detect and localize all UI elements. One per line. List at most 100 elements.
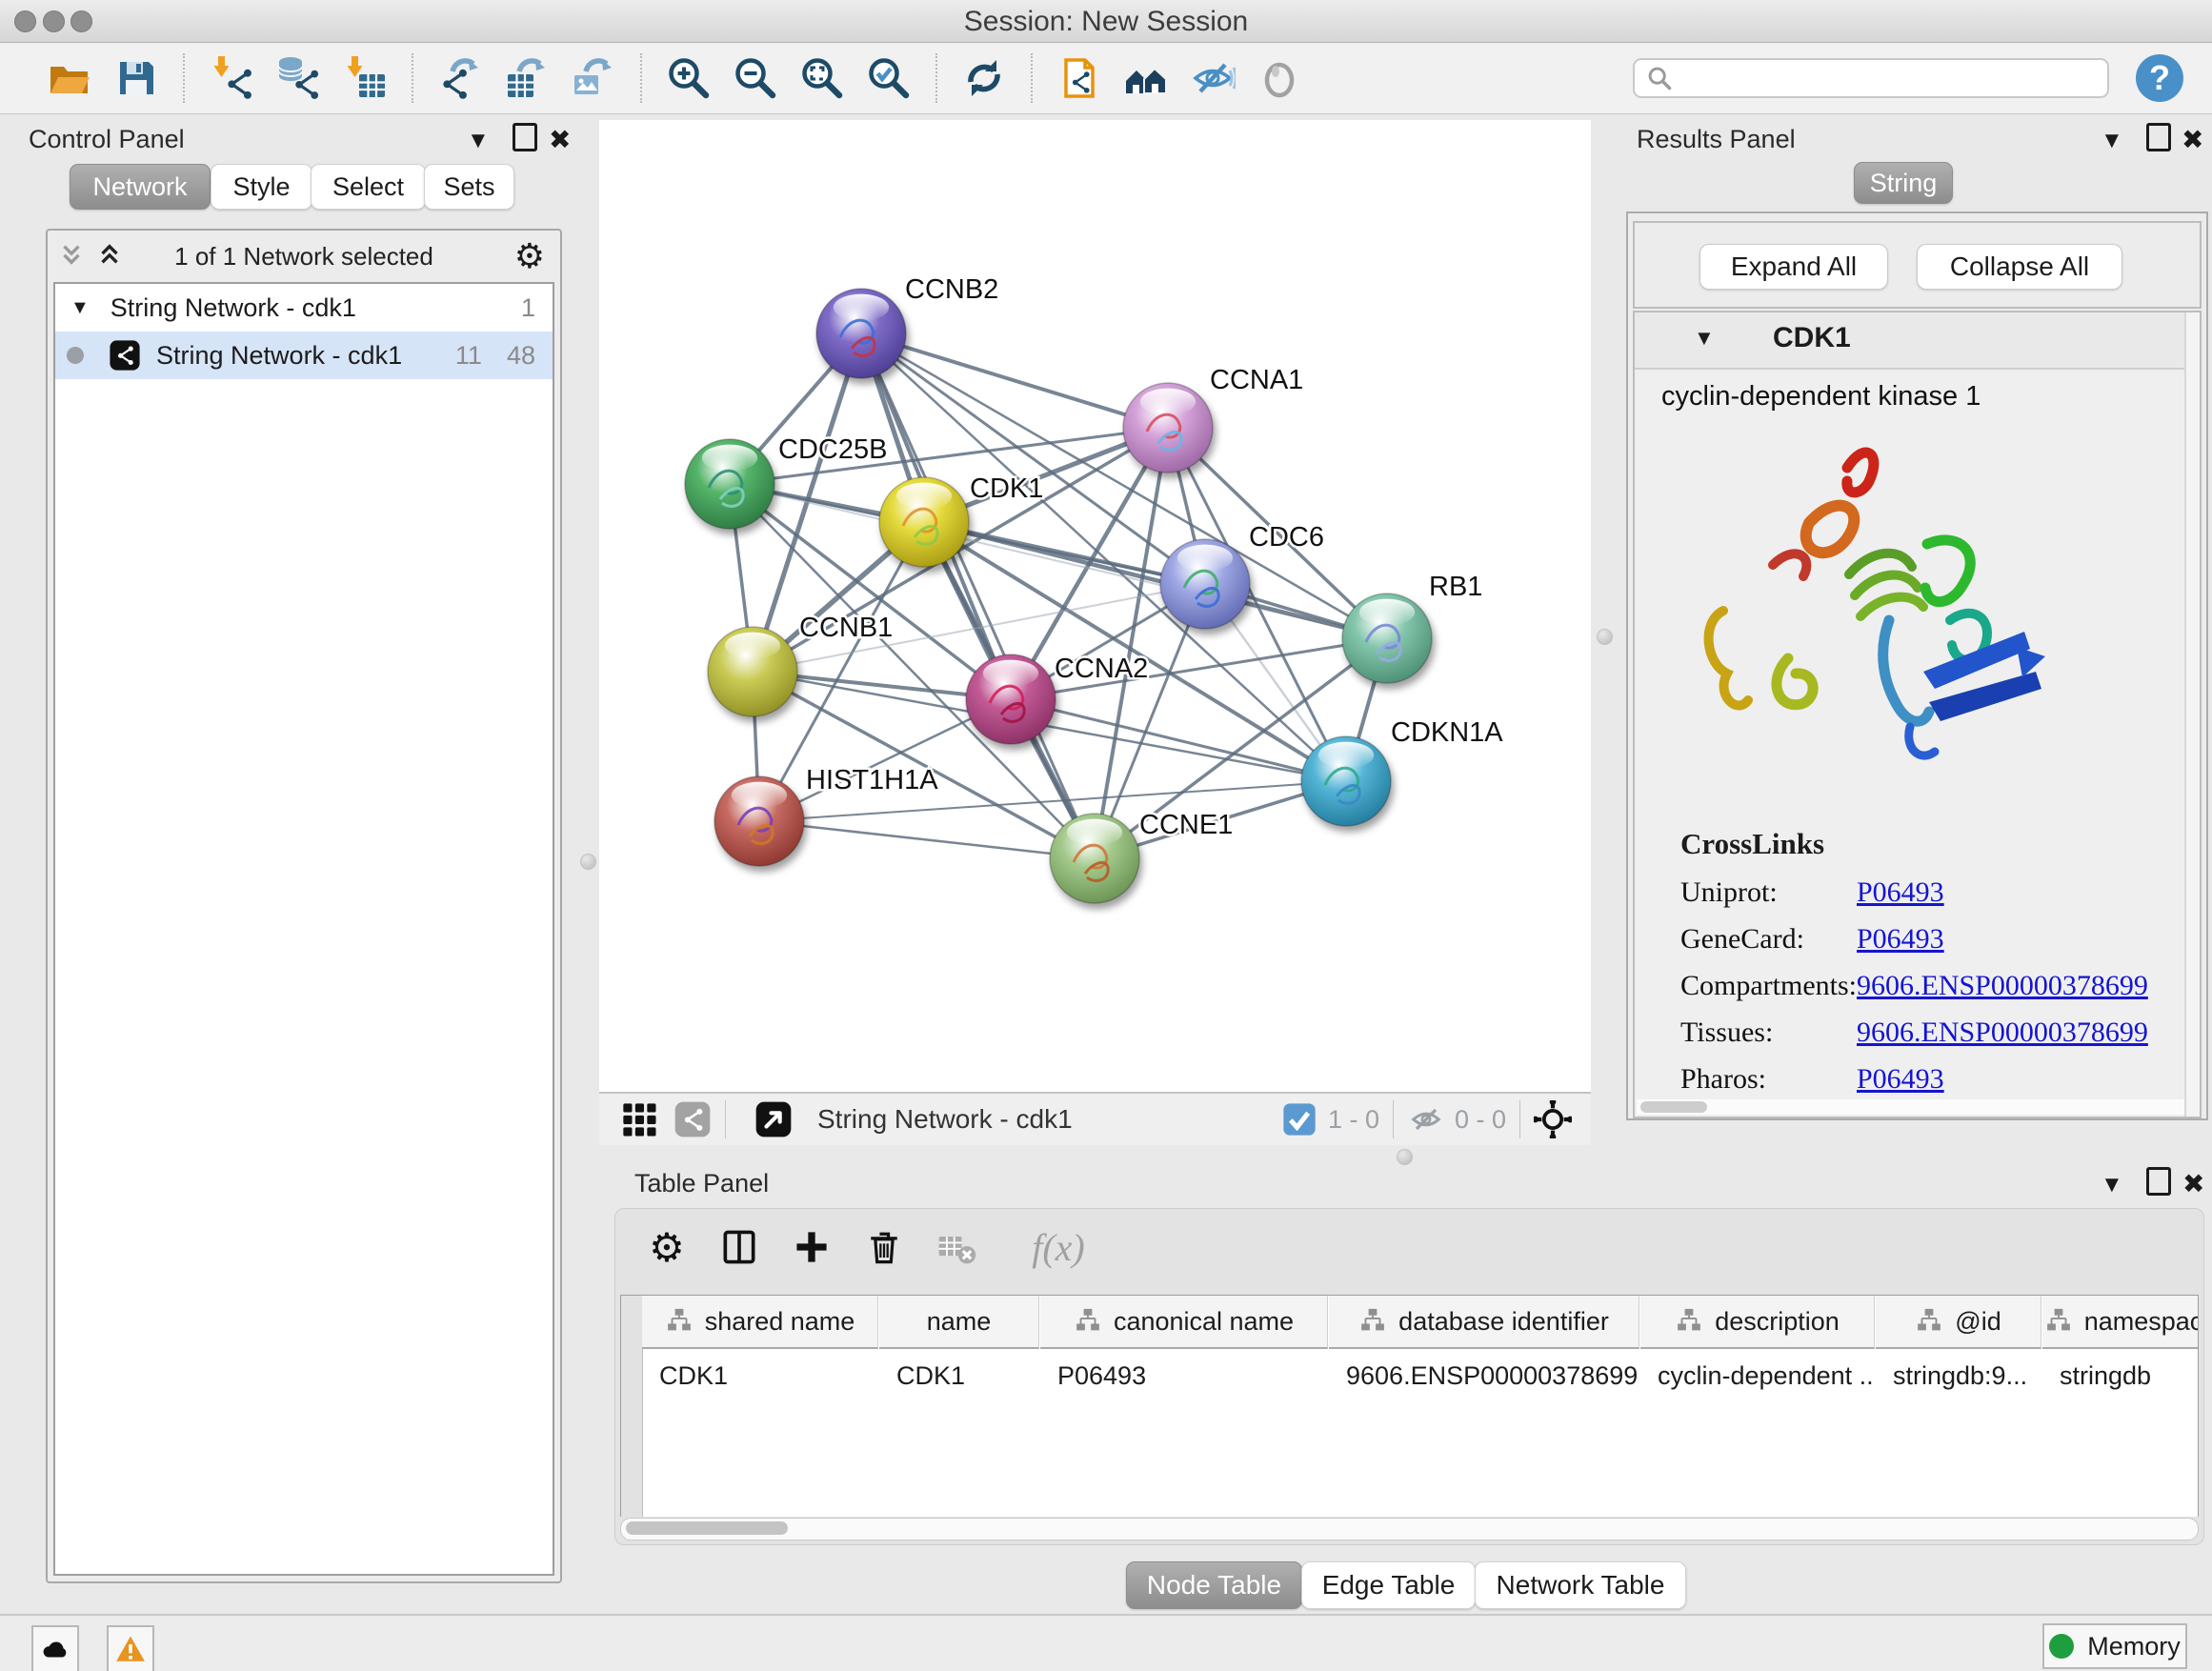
tab-edge-table[interactable]: Edge Table xyxy=(1301,1561,1476,1609)
tab-network[interactable]: Network xyxy=(70,164,211,210)
import-database-button[interactable] xyxy=(273,53,323,103)
close-panel-icon[interactable]: ✖ xyxy=(2182,124,2203,155)
save-session-button[interactable] xyxy=(111,53,161,103)
table-hscrollbar-thumb[interactable] xyxy=(626,1521,788,1535)
network-row-selected[interactable]: String Network - cdk1 11 48 xyxy=(55,332,553,379)
node-CDC25B[interactable] xyxy=(685,439,774,529)
show-columns-icon[interactable] xyxy=(714,1222,764,1272)
table-cell[interactable]: 9606.ENSP00000378699 xyxy=(1329,1351,1639,1400)
tab-style[interactable]: Style xyxy=(211,164,312,210)
zoom-selected-button[interactable] xyxy=(864,53,914,103)
float-panel-icon[interactable]: ▼ xyxy=(2101,128,2123,154)
help-button[interactable]: ? xyxy=(2136,54,2183,102)
export-table-button[interactable] xyxy=(502,53,552,103)
table-cell[interactable]: stringdb xyxy=(2042,1351,2199,1400)
node-HIST1H1A[interactable] xyxy=(714,776,804,866)
import-network-button[interactable] xyxy=(207,53,256,103)
maximize-panel-icon[interactable] xyxy=(513,123,537,158)
memory-button[interactable]: Memory xyxy=(2042,1623,2187,1669)
gene-section-header[interactable]: ▼ CDK1 xyxy=(1635,312,2200,370)
expand-collapse-box: Expand All Collapse All xyxy=(1633,221,2202,309)
export-network-button[interactable] xyxy=(435,53,485,103)
node-CDKN1A[interactable] xyxy=(1301,736,1391,826)
column-header-canonical-name[interactable]: canonical name xyxy=(1040,1296,1328,1349)
network-canvas[interactable]: CCNB2CCNA1CDC25BCDK1CDC6RB1CCNB1CCNA2CDK… xyxy=(599,120,1591,1094)
right-splitter-handle[interactable] xyxy=(1597,629,1613,645)
column-header-shared-name[interactable]: shared name xyxy=(642,1296,878,1349)
left-splitter-handle[interactable] xyxy=(580,854,596,870)
edge-HIST1H1A-CCNE1[interactable] xyxy=(759,821,1095,858)
expand-all-button[interactable]: Expand All xyxy=(1699,244,1888,290)
crosslink-link[interactable]: 9606.ENSP00000378699 xyxy=(1857,970,2148,1002)
collection-expander-icon[interactable]: ▼ xyxy=(70,297,90,319)
float-panel-icon[interactable]: ▼ xyxy=(467,128,490,154)
node-CCNA2[interactable] xyxy=(966,654,1056,744)
node-table[interactable]: shared nameCDK1nameCDK1canonical nameP06… xyxy=(620,1295,2199,1517)
close-panel-icon[interactable]: ✖ xyxy=(549,124,571,155)
gene-section-hscrollbar[interactable] xyxy=(1637,1099,2184,1115)
show-results-panel-button[interactable] xyxy=(1255,53,1304,103)
delete-column-trash-icon[interactable] xyxy=(859,1222,909,1272)
node-CCNE1[interactable] xyxy=(1050,814,1139,903)
maximize-panel-icon[interactable] xyxy=(2146,123,2171,158)
export-image-button[interactable] xyxy=(569,53,618,103)
column-header-database-identifier[interactable]: database identifier xyxy=(1329,1296,1639,1349)
column-header-namespace[interactable]: namespace xyxy=(2042,1296,2199,1349)
open-in-window-icon[interactable] xyxy=(754,1100,793,1138)
selected-items-checkbox-icon[interactable] xyxy=(1280,1100,1318,1138)
table-cell[interactable]: CDK1 xyxy=(642,1351,878,1400)
table-cell[interactable]: stringdb:9... xyxy=(1876,1351,2041,1400)
column-header-name[interactable]: name xyxy=(879,1296,1039,1349)
warnings-button[interactable] xyxy=(107,1625,154,1671)
table-hscrollbar[interactable] xyxy=(620,1518,2199,1540)
zoom-out-button[interactable] xyxy=(731,53,780,103)
network-manager: 1 of 1 Network selected ⚙ ▼ String Netwo… xyxy=(46,229,562,1583)
column-header--id[interactable]: @id xyxy=(1876,1296,2041,1349)
fit-network-crosshair-icon[interactable] xyxy=(1534,1100,1572,1138)
collapse-section-icon[interactable]: ▼ xyxy=(1694,326,1715,351)
network-collection-row[interactable]: ▼ String Network - cdk1 1 xyxy=(55,284,553,332)
tab-node-table[interactable]: Node Table xyxy=(1126,1561,1302,1609)
birdseye-grid-icon[interactable] xyxy=(620,1100,658,1138)
string-view-icon[interactable] xyxy=(674,1100,712,1138)
tab-network-table[interactable]: Network Table xyxy=(1475,1561,1686,1609)
edge-CCNB2-CCNA1[interactable] xyxy=(861,333,1168,428)
node-CCNB2[interactable] xyxy=(816,289,906,378)
table-cell[interactable]: P06493 xyxy=(1040,1351,1328,1400)
import-table-button[interactable] xyxy=(340,53,390,103)
network-options-gear-icon[interactable]: ⚙ xyxy=(514,236,545,276)
create-column-plus-icon[interactable] xyxy=(787,1222,836,1272)
crosslink-link[interactable]: P06493 xyxy=(1857,876,1944,909)
horizontal-splitter-handle[interactable] xyxy=(1397,1149,1413,1165)
clone-network-button[interactable] xyxy=(1055,53,1104,103)
table-cell[interactable]: CDK1 xyxy=(879,1351,1039,1400)
collapse-all-button[interactable]: Collapse All xyxy=(1917,244,2122,290)
cloud-sync-button[interactable] xyxy=(31,1625,79,1671)
node-RB1[interactable] xyxy=(1342,594,1432,683)
node-CCNB1[interactable] xyxy=(708,627,797,716)
open-session-button[interactable] xyxy=(45,53,94,103)
node-CDC6[interactable] xyxy=(1160,539,1250,629)
tab-sets[interactable]: Sets xyxy=(424,164,514,210)
node-CCNA1[interactable] xyxy=(1123,383,1213,473)
column-header-description[interactable]: description xyxy=(1640,1296,1875,1349)
string-home-button[interactable] xyxy=(1121,53,1171,103)
tab-string[interactable]: String xyxy=(1854,162,1953,204)
hide-results-panel-button[interactable] xyxy=(1188,53,1237,103)
close-panel-icon[interactable]: ✖ xyxy=(2182,1168,2204,1199)
zoom-fit-button[interactable] xyxy=(797,53,847,103)
crosslink-link[interactable]: P06493 xyxy=(1857,1063,1944,1096)
crosslink-row: Uniprot:P06493 xyxy=(1680,876,2148,909)
float-panel-icon[interactable]: ▼ xyxy=(2101,1172,2123,1198)
tab-select[interactable]: Select xyxy=(311,164,426,210)
gene-section-vscrollbar[interactable] xyxy=(2184,312,2200,1117)
node-CDK1[interactable] xyxy=(879,477,969,567)
maximize-panel-icon[interactable] xyxy=(2146,1167,2171,1202)
crosslink-link[interactable]: 9606.ENSP00000378699 xyxy=(1857,1017,2148,1049)
search-input[interactable] xyxy=(1633,58,2109,98)
zoom-in-button[interactable] xyxy=(664,53,714,103)
crosslink-link[interactable]: P06493 xyxy=(1857,923,1944,956)
table-options-gear-icon[interactable]: ⚙ xyxy=(642,1222,692,1272)
table-cell[interactable]: cyclin-dependent ... xyxy=(1640,1351,1875,1400)
refresh-button[interactable] xyxy=(959,53,1009,103)
